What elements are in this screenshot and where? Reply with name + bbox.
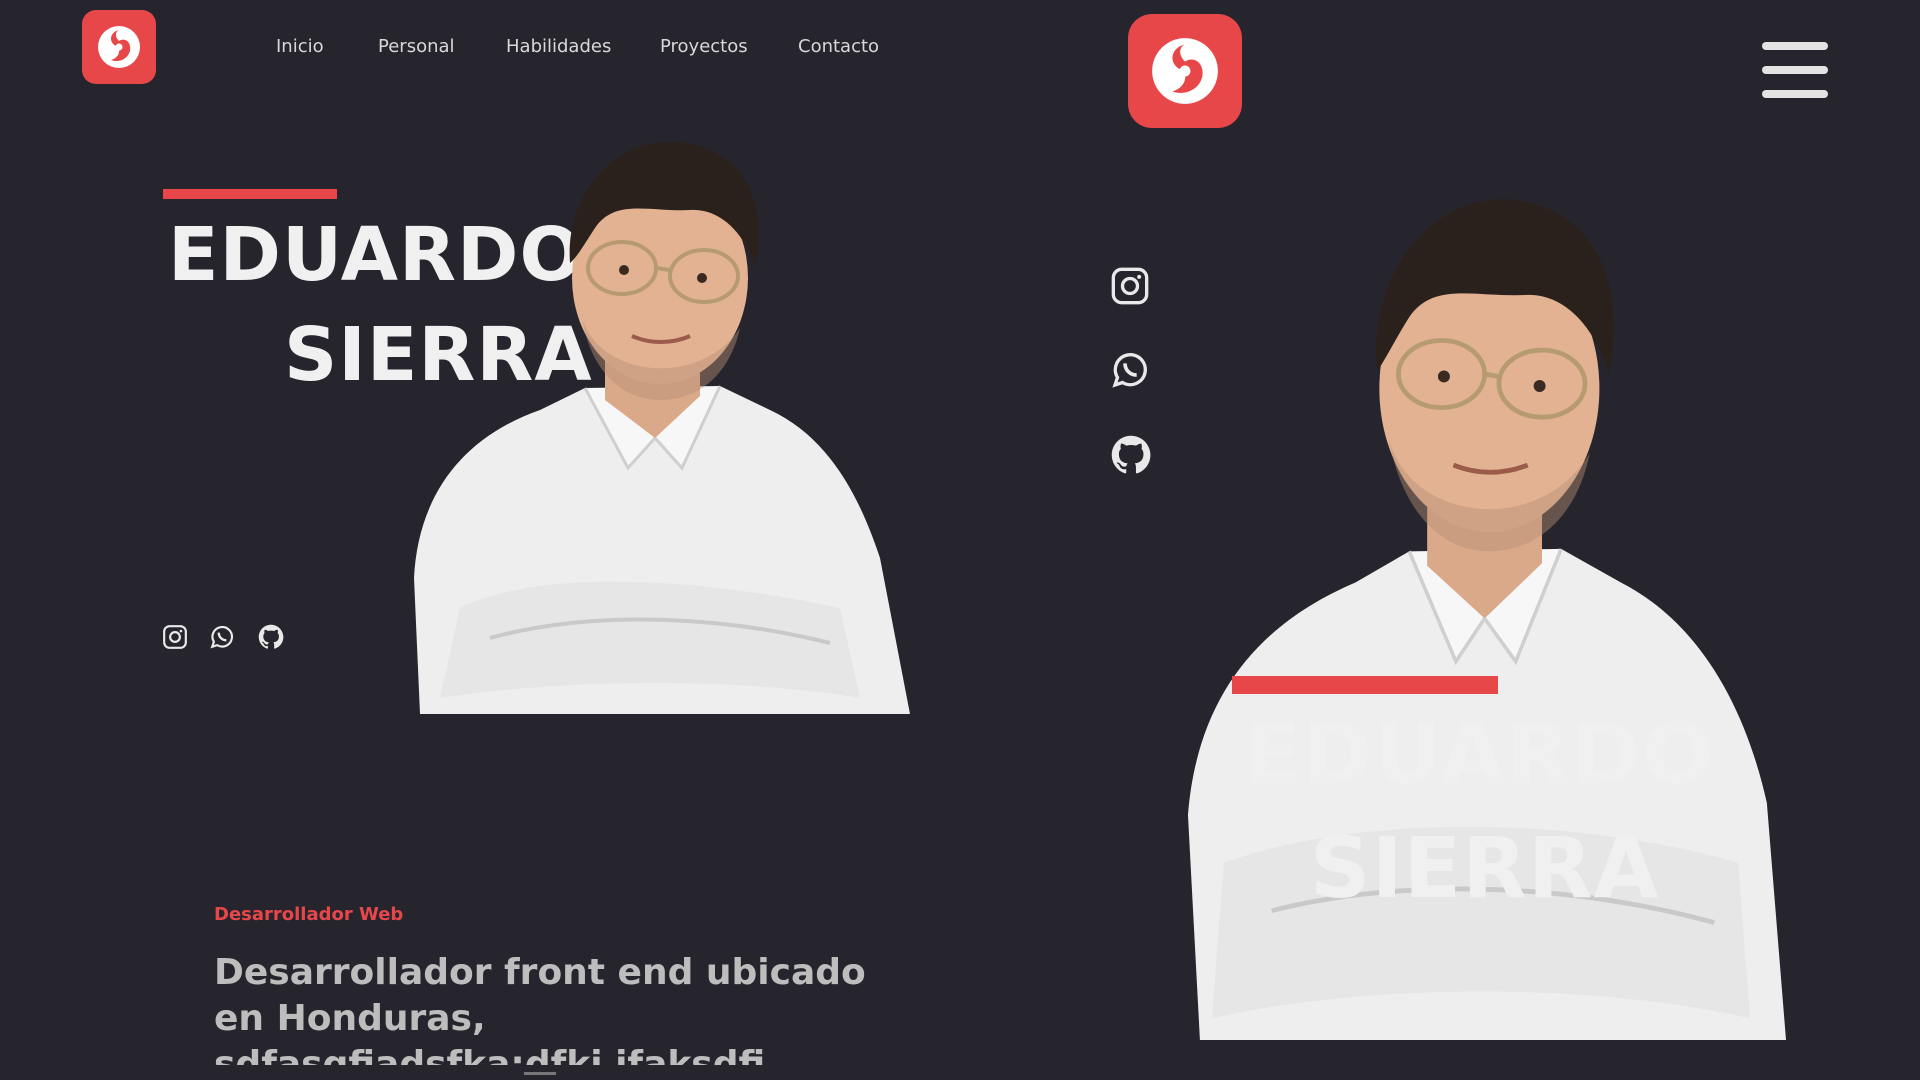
mobile-github-link[interactable] bbox=[1109, 433, 1153, 477]
instagram-icon bbox=[163, 625, 187, 649]
swirl-logo-icon bbox=[98, 26, 140, 68]
nav-contacto[interactable]: Contacto bbox=[798, 36, 879, 57]
nav-habilidades[interactable]: Habilidades bbox=[506, 36, 611, 57]
mobile-instagram-link[interactable] bbox=[1110, 266, 1150, 306]
mobile-brand-logo[interactable] bbox=[1128, 14, 1242, 128]
github-icon bbox=[1111, 435, 1151, 474]
nav-personal[interactable]: Personal bbox=[378, 36, 455, 57]
role-label: Desarrollador Web bbox=[214, 904, 404, 925]
hamburger-menu-button[interactable] bbox=[1762, 42, 1828, 100]
github-link[interactable] bbox=[257, 623, 285, 651]
hamburger-menu-icon bbox=[1762, 42, 1828, 50]
about-description: Desarrollador front end ubicado en Hondu… bbox=[214, 952, 866, 1065]
github-icon bbox=[258, 624, 284, 649]
mobile-hero-last-name: SIERRA bbox=[1310, 819, 1660, 917]
nav-proyectos[interactable]: Proyectos bbox=[660, 36, 748, 57]
nav-inicio[interactable]: Inicio bbox=[276, 36, 324, 57]
whatsapp-link[interactable] bbox=[209, 624, 235, 650]
name-accent-bar bbox=[163, 189, 337, 199]
whatsapp-icon bbox=[210, 625, 234, 649]
mobile-whatsapp-link[interactable] bbox=[1110, 350, 1150, 390]
profile-photo bbox=[400, 138, 910, 714]
swirl-logo-icon bbox=[1152, 38, 1218, 104]
mobile-name-accent-bar bbox=[1232, 676, 1498, 694]
instagram-icon bbox=[1111, 267, 1149, 305]
whatsapp-icon bbox=[1112, 353, 1147, 388]
mobile-hero-first-name: EDUARDO bbox=[1244, 705, 1715, 803]
brand-logo[interactable] bbox=[82, 10, 156, 84]
instagram-link[interactable] bbox=[162, 624, 188, 650]
scroll-indicator bbox=[524, 1072, 556, 1075]
